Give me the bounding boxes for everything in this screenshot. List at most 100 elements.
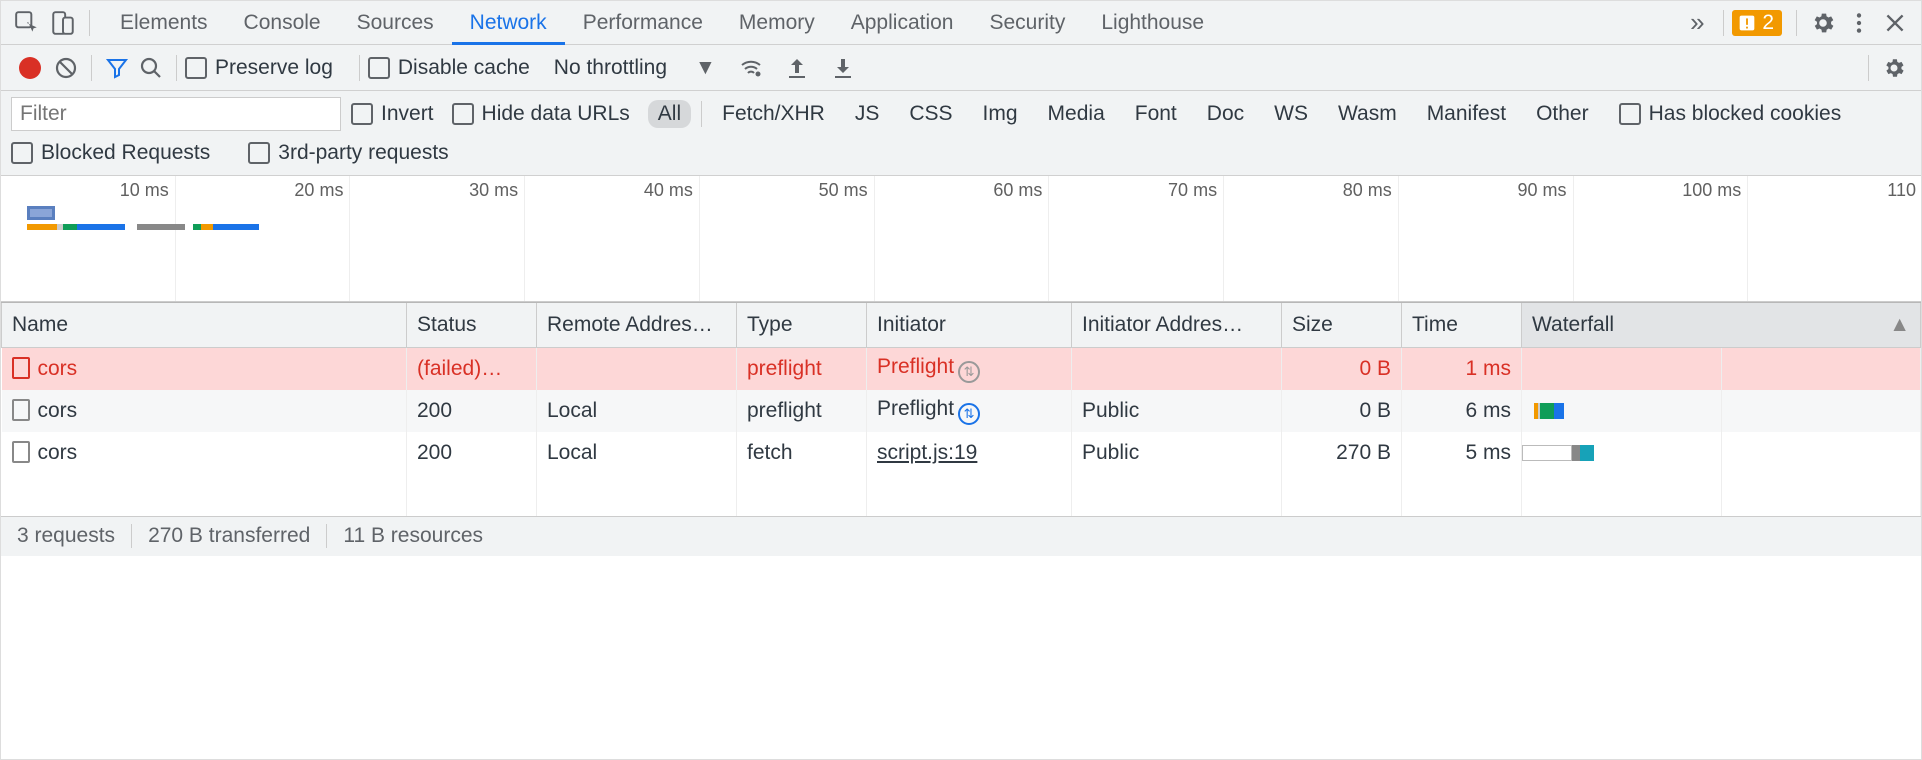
filter-chip-ws[interactable]: WS: [1264, 100, 1318, 128]
warnings-badge[interactable]: 2: [1732, 10, 1782, 36]
request-row[interactable]: cors(failed)…preflightPreflight⇅0 B1 ms: [2, 348, 1921, 390]
cell-remote: [537, 348, 737, 390]
filter-chip-img[interactable]: Img: [973, 100, 1028, 128]
col-initiator[interactable]: Initiator: [867, 303, 1072, 348]
third-party-label: 3rd-party requests: [278, 141, 448, 165]
invert-checkbox[interactable]: Invert: [351, 102, 434, 126]
separator: [1868, 55, 1869, 81]
request-row[interactable]: cors200Localfetchscript.js:19Public270 B…: [2, 432, 1921, 474]
cell-size: 270 B: [1282, 432, 1402, 474]
preserve-log-checkbox[interactable]: Preserve log: [185, 56, 333, 80]
col-waterfall-label: Waterfall: [1532, 313, 1614, 336]
filter-chip-all[interactable]: All: [648, 100, 691, 128]
request-row[interactable]: cors200LocalpreflightPreflight⇅Public0 B…: [2, 390, 1921, 432]
cell-initiator-address: Public: [1072, 432, 1282, 474]
cell-waterfall: [1522, 432, 1722, 474]
blocked-requests-checkbox[interactable]: Blocked Requests: [11, 141, 210, 165]
disable-cache-checkbox[interactable]: Disable cache: [368, 56, 530, 80]
checkbox-icon[interactable]: [11, 142, 33, 164]
file-icon: [12, 399, 30, 421]
file-icon: [12, 357, 30, 379]
invert-label: Invert: [381, 102, 434, 126]
cell-waterfall-extra: [1722, 432, 1921, 474]
timeline-bars: [27, 206, 259, 230]
cell-initiator: script.js:19: [867, 432, 1072, 474]
filter-toggle-icon[interactable]: [100, 51, 134, 85]
third-party-checkbox[interactable]: 3rd-party requests: [248, 141, 448, 165]
inspect-element-icon[interactable]: [9, 5, 45, 41]
timeline-overview[interactable]: 10 ms20 ms30 ms40 ms50 ms60 ms70 ms80 ms…: [1, 176, 1921, 302]
col-type[interactable]: Type: [737, 303, 867, 348]
filter-chip-js[interactable]: JS: [845, 100, 890, 128]
search-icon[interactable]: [134, 51, 168, 85]
record-button[interactable]: [19, 57, 41, 79]
cell-name: cors: [2, 432, 407, 474]
filter-chip-media[interactable]: Media: [1038, 100, 1115, 128]
cell-type: preflight: [737, 348, 867, 390]
filter-chip-wasm[interactable]: Wasm: [1328, 100, 1407, 128]
network-toolbar: Preserve log Disable cache No throttling…: [1, 45, 1921, 91]
settings-icon[interactable]: [1805, 5, 1841, 41]
tab-console[interactable]: Console: [226, 1, 339, 44]
filter-chip-fetch-xhr[interactable]: Fetch/XHR: [712, 100, 835, 128]
checkbox-icon[interactable]: [452, 103, 474, 125]
separator: [91, 55, 92, 81]
sort-arrow-icon: ▲: [1889, 313, 1910, 337]
cell-status: 200: [407, 390, 537, 432]
hide-data-urls-label: Hide data URLs: [482, 102, 630, 126]
timeline-tick-label: 110: [1887, 180, 1916, 201]
tab-security[interactable]: Security: [971, 1, 1083, 44]
preflight-arrow-icon: ⇅: [958, 361, 980, 383]
filter-chip-css[interactable]: CSS: [899, 100, 962, 128]
checkbox-icon[interactable]: [368, 57, 390, 79]
more-tabs-button[interactable]: »: [1679, 5, 1715, 41]
close-devtools-icon[interactable]: [1877, 5, 1913, 41]
filter-chip-manifest[interactable]: Manifest: [1417, 100, 1516, 128]
upload-har-icon[interactable]: [780, 51, 814, 85]
col-time[interactable]: Time: [1402, 303, 1522, 348]
cell-name: cors: [2, 348, 407, 390]
col-size[interactable]: Size: [1282, 303, 1402, 348]
col-name[interactable]: Name: [2, 303, 407, 348]
tab-elements[interactable]: Elements: [102, 1, 226, 44]
col-initiator-address[interactable]: Initiator Addres…: [1072, 303, 1282, 348]
tab-sources[interactable]: Sources: [339, 1, 452, 44]
device-toolbar-icon[interactable]: [45, 5, 81, 41]
filter-input[interactable]: [11, 97, 341, 131]
cell-remote: Local: [537, 390, 737, 432]
checkbox-icon[interactable]: [351, 103, 373, 125]
network-settings-icon[interactable]: [1877, 51, 1911, 85]
download-har-icon[interactable]: [826, 51, 860, 85]
clear-icon[interactable]: [49, 51, 83, 85]
tab-application[interactable]: Application: [833, 1, 972, 44]
tab-memory[interactable]: Memory: [721, 1, 833, 44]
checkbox-icon[interactable]: [1619, 103, 1641, 125]
col-remote-address[interactable]: Remote Addres…: [537, 303, 737, 348]
separator: [701, 101, 702, 127]
tab-lighthouse[interactable]: Lighthouse: [1083, 1, 1222, 44]
chevron-down-icon: ▼: [695, 56, 716, 80]
throttling-select[interactable]: No throttling ▼: [554, 56, 716, 80]
tab-network[interactable]: Network: [452, 1, 565, 44]
cell-time: 5 ms: [1402, 432, 1522, 474]
separator: [1723, 10, 1724, 36]
filter-chip-font[interactable]: Font: [1125, 100, 1187, 128]
separator: [1796, 10, 1797, 36]
kebab-menu-icon[interactable]: [1841, 5, 1877, 41]
filter-chip-other[interactable]: Other: [1526, 100, 1599, 128]
checkbox-icon[interactable]: [248, 142, 270, 164]
hide-data-urls-checkbox[interactable]: Hide data URLs: [452, 102, 630, 126]
tab-performance[interactable]: Performance: [565, 1, 721, 44]
devtools-tabbar: ElementsConsoleSourcesNetworkPerformance…: [1, 1, 1921, 45]
network-conditions-icon[interactable]: [734, 51, 768, 85]
throttling-value: No throttling: [554, 56, 667, 80]
initiator-link[interactable]: script.js:19: [877, 441, 977, 464]
checkbox-icon[interactable]: [185, 57, 207, 79]
col-waterfall[interactable]: Waterfall ▲: [1522, 303, 1921, 348]
col-status[interactable]: Status: [407, 303, 537, 348]
filter-chip-doc[interactable]: Doc: [1197, 100, 1254, 128]
cell-waterfall: [1522, 348, 1722, 390]
file-icon: [12, 441, 30, 463]
has-blocked-cookies-checkbox[interactable]: Has blocked cookies: [1619, 102, 1842, 126]
cell-type: fetch: [737, 432, 867, 474]
